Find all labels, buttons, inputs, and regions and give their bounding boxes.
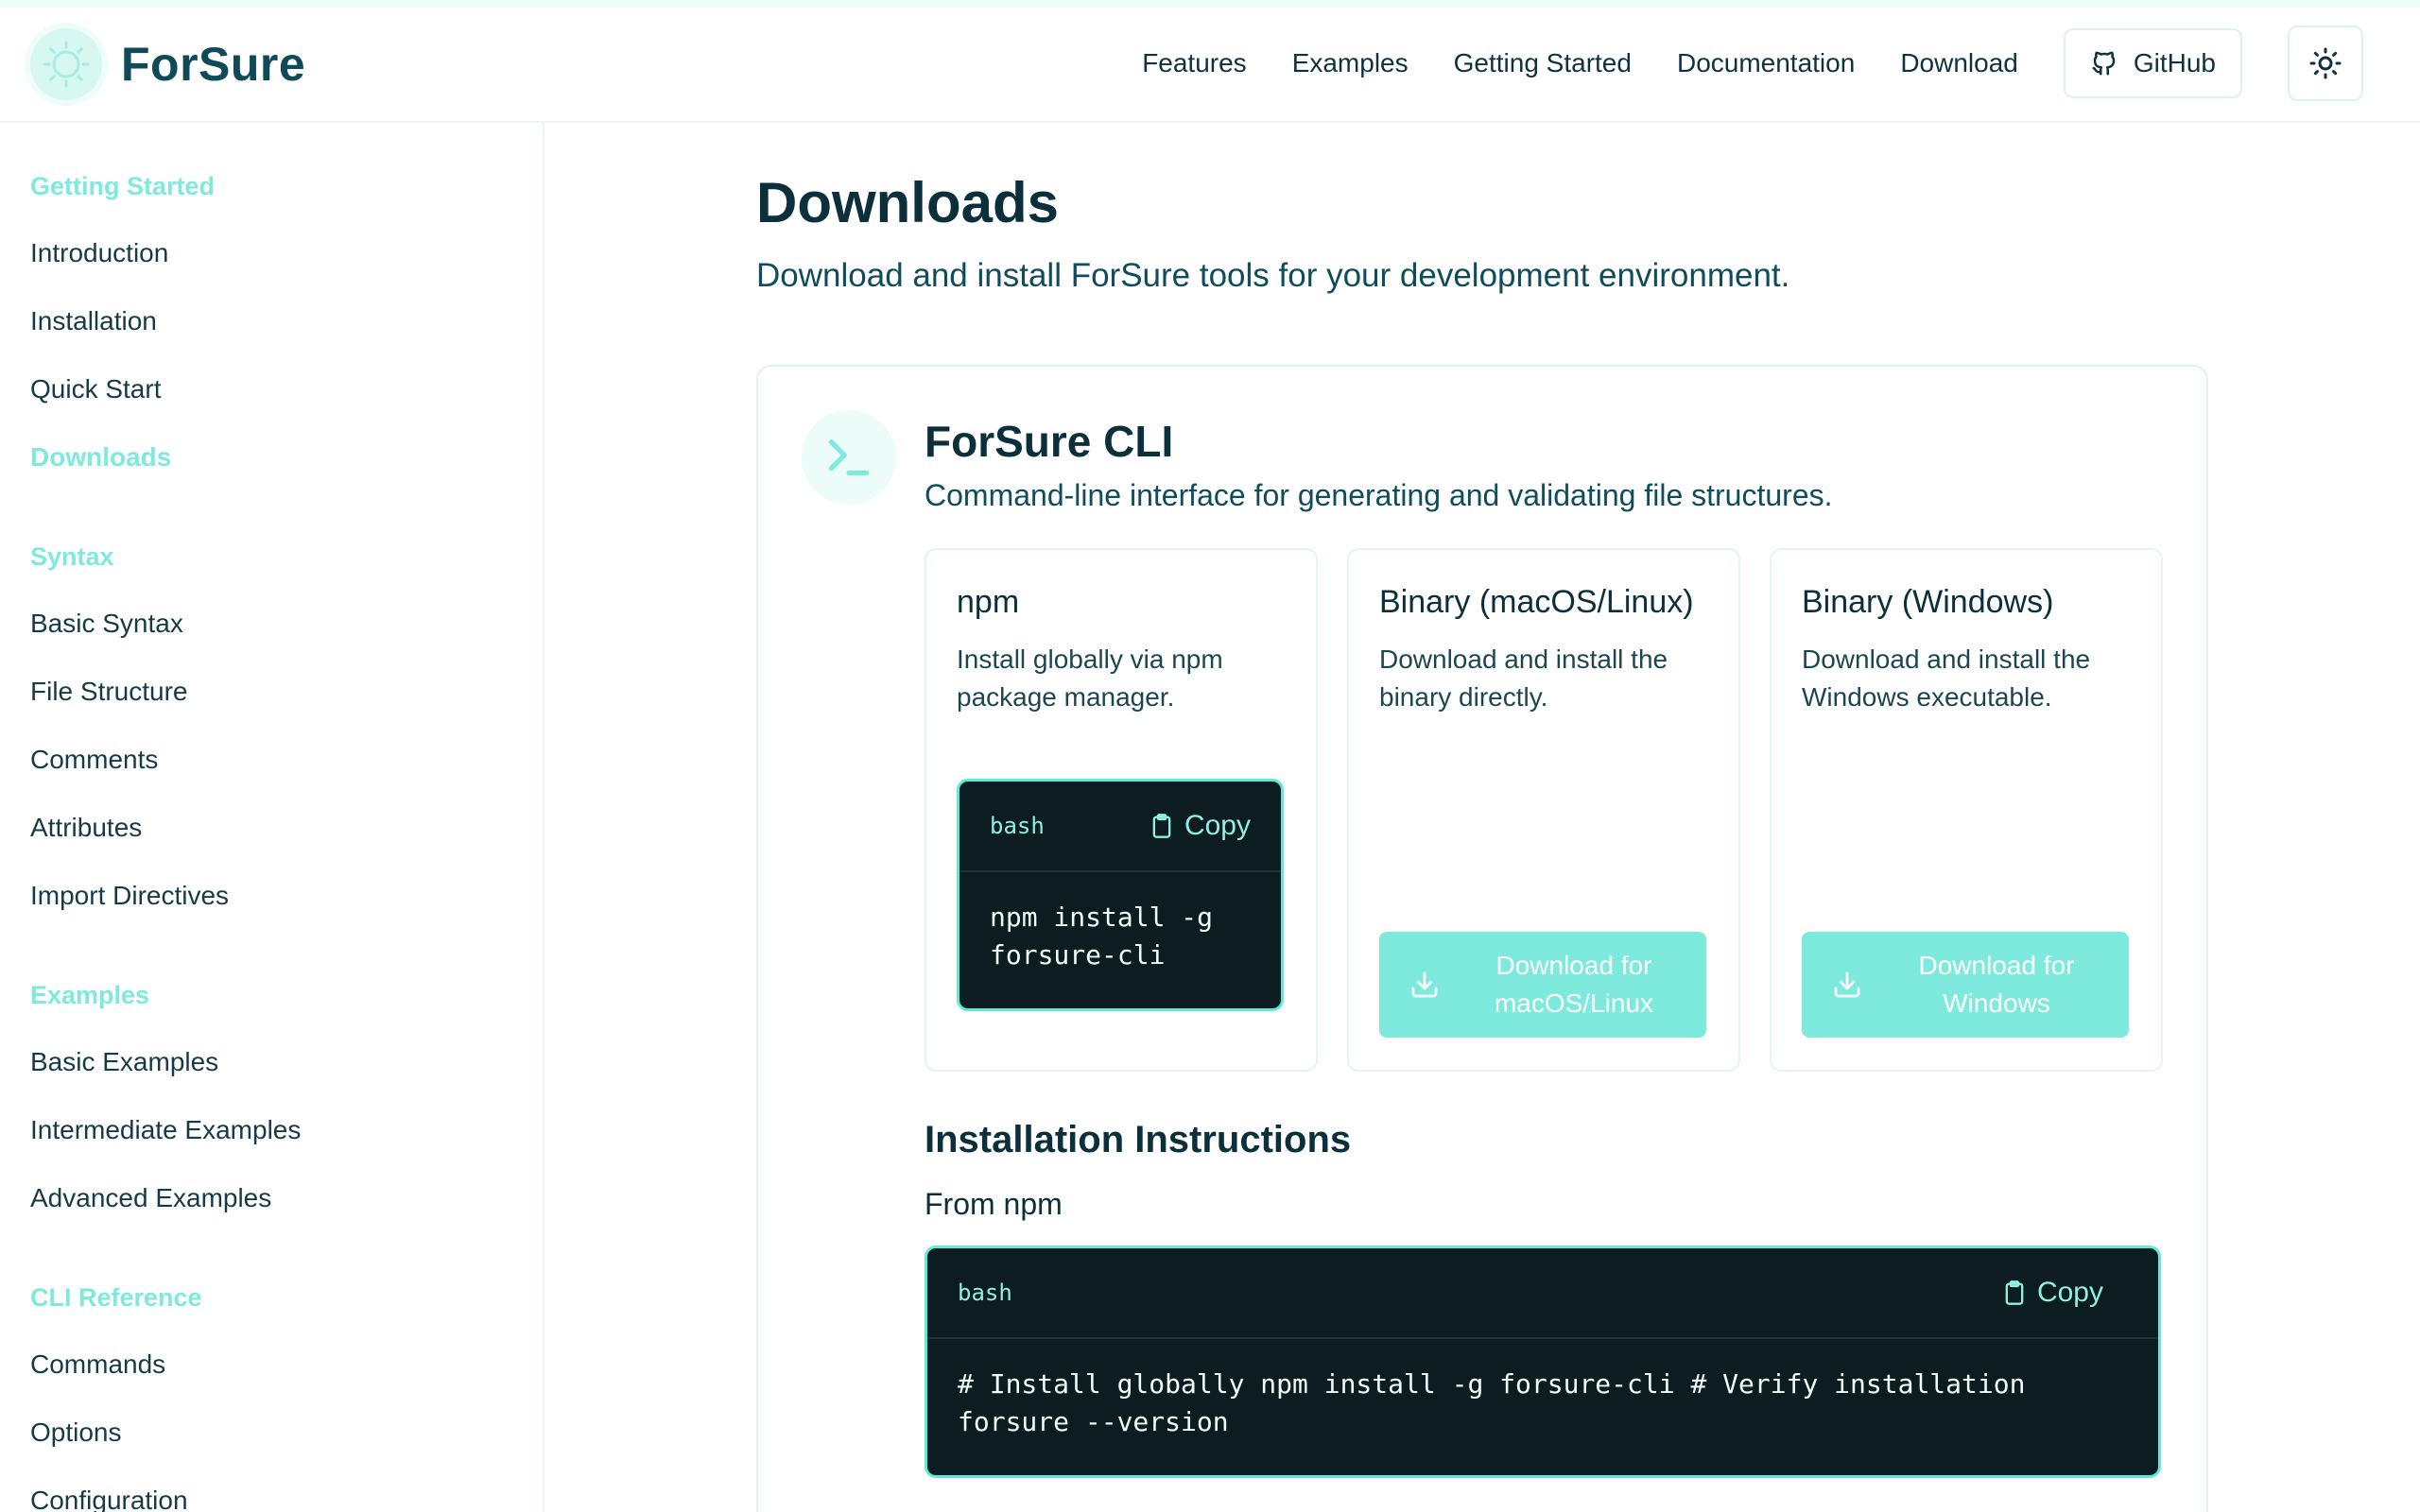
code-line: # Install globally npm install -g forsur… — [958, 1368, 2026, 1400]
copy-label: Copy — [1184, 810, 1251, 841]
download-label: Download for Windows — [1893, 947, 2100, 1022]
top-accent-strip — [0, 0, 2420, 8]
copy-button[interactable]: Copy — [1149, 810, 1251, 842]
page-title: Downloads — [756, 171, 1060, 234]
option-description: Install globally via npm package manager… — [957, 644, 1223, 712]
sidebar-section-cli-reference: CLI Reference — [30, 1283, 202, 1312]
clipboard-icon — [2001, 1280, 2028, 1306]
sidebar-item-basic-examples[interactable]: Basic Examples — [30, 1047, 218, 1077]
main-content: Downloads Download and install ForSure t… — [544, 123, 2420, 1512]
option-binary-macos-linux: Binary (macOS/Linux) Download and instal… — [1347, 548, 1740, 1072]
sidebar-section-getting-started: Getting Started — [30, 172, 216, 200]
brand-logo[interactable]: ForSure — [30, 21, 305, 108]
github-label: GitHub — [2133, 48, 2216, 77]
option-description: Download and install the binary directly… — [1379, 644, 1668, 712]
code-header: bash Copy — [959, 782, 1281, 872]
nav-features[interactable]: Features — [1142, 48, 1247, 78]
github-button[interactable]: GitHub — [2063, 28, 2242, 98]
option-title: Binary (Windows) — [1802, 584, 2054, 620]
cli-title: ForSure CLI — [925, 417, 1174, 466]
copy-label: Copy — [2036, 1277, 2103, 1308]
download-windows-button[interactable]: Download for Windows — [1802, 932, 2129, 1038]
sidebar-item-file-structure[interactable]: File Structure — [30, 677, 188, 707]
copy-button[interactable]: Copy — [2001, 1277, 2103, 1309]
nav-examples[interactable]: Examples — [1292, 48, 1409, 78]
option-title: npm — [957, 584, 1020, 620]
nav-getting-started[interactable]: Getting Started — [1454, 48, 1632, 78]
sidebar-item-import-directives[interactable]: Import Directives — [30, 881, 229, 911]
page-subtitle: Download and install ForSure tools for y… — [756, 257, 1790, 294]
code-language: bash — [958, 1280, 1012, 1306]
code-content: npm install -g forsure-cli — [959, 872, 1281, 1001]
installation-subtitle: From npm — [925, 1187, 1063, 1221]
sidebar-item-commands[interactable]: Commands — [30, 1349, 165, 1380]
option-title: Binary (macOS/Linux) — [1379, 584, 1694, 620]
sidebar-item-comments[interactable]: Comments — [30, 745, 158, 775]
sidebar-item-attributes[interactable]: Attributes — [30, 813, 142, 843]
npm-instructions-code-block: bash Copy # Install globally npm install… — [925, 1246, 2161, 1478]
clipboard-icon — [1149, 813, 1175, 839]
terminal-icon — [802, 410, 896, 505]
sidebar-item-intermediate-examples[interactable]: Intermediate Examples — [30, 1115, 301, 1145]
code-line: forsure-cli — [990, 939, 1166, 971]
sidebar-item-installation[interactable]: Installation — [30, 306, 157, 336]
sidebar-item-introduction[interactable]: Introduction — [30, 238, 168, 268]
code-line: forsure --version — [958, 1406, 1229, 1437]
download-label-line: Download for — [1918, 951, 2075, 980]
download-icon — [1832, 970, 1862, 1000]
github-icon — [2090, 49, 2118, 77]
top-navigation: Features Examples Getting Started Docume… — [1097, 23, 2363, 104]
docs-sidebar: Getting Started Introduction Installatio… — [0, 123, 544, 1512]
download-icon — [1409, 970, 1440, 1000]
download-label-line: macOS/Linux — [1494, 988, 1654, 1018]
sidebar-item-downloads[interactable]: Downloads — [30, 442, 171, 472]
sun-badge-icon — [30, 28, 102, 100]
forsure-cli-card: ForSure CLI Command-line interface for g… — [756, 365, 2208, 1512]
nav-documentation[interactable]: Documentation — [1677, 48, 1855, 78]
sun-icon — [2308, 46, 2342, 80]
code-content: # Install globally npm install -g forsur… — [927, 1339, 2158, 1468]
sidebar-item-quick-start[interactable]: Quick Start — [30, 374, 161, 404]
download-label-line: Windows — [1943, 988, 2050, 1018]
download-label: Download for macOS/Linux — [1470, 947, 1678, 1022]
code-header: bash Copy — [927, 1248, 2158, 1339]
nav-download[interactable]: Download — [1900, 48, 2018, 78]
installation-instructions-title: Installation Instructions — [925, 1119, 1352, 1160]
option-npm: npm Install globally via npm package man… — [925, 548, 1318, 1072]
cli-description: Command-line interface for generating an… — [925, 478, 1833, 512]
sidebar-item-basic-syntax[interactable]: Basic Syntax — [30, 609, 183, 639]
option-binary-windows: Binary (Windows) Download and install th… — [1770, 548, 2163, 1072]
download-macos-linux-button[interactable]: Download for macOS/Linux — [1379, 932, 1706, 1038]
code-language: bash — [990, 813, 1045, 839]
sidebar-item-options[interactable]: Options — [30, 1418, 122, 1448]
sidebar-item-advanced-examples[interactable]: Advanced Examples — [30, 1183, 271, 1213]
site-header: ForSure Features Examples Getting Starte… — [0, 8, 2420, 123]
brand-name: ForSure — [121, 38, 306, 91]
sidebar-section-syntax: Syntax — [30, 542, 114, 571]
npm-code-block: bash Copy npm install -g forsure-cli — [957, 779, 1284, 1011]
code-line: npm install -g — [990, 902, 1214, 933]
theme-toggle-button[interactable] — [2288, 26, 2363, 101]
option-description: Download and install the Windows executa… — [1802, 644, 2091, 712]
download-label-line: Download for — [1495, 951, 1652, 980]
sidebar-item-configuration[interactable]: Configuration — [30, 1486, 188, 1512]
sidebar-section-examples: Examples — [30, 981, 150, 1009]
